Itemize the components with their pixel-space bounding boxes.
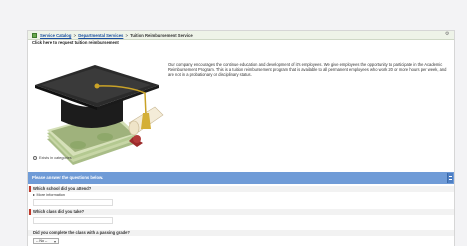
- breadcrumb: Service Catalog > Departmental Services …: [40, 32, 193, 39]
- question-label: Which school did you attend?: [28, 186, 454, 192]
- questions-header: Please answer the questions below.: [28, 172, 454, 184]
- select-value: -- No --: [36, 239, 48, 243]
- school-input[interactable]: [33, 199, 113, 206]
- class-input[interactable]: [33, 217, 113, 224]
- request-link[interactable]: Click here to request tuition reimbursem…: [32, 40, 119, 45]
- category-icon: [33, 156, 37, 160]
- breadcrumb-departmental-services[interactable]: Departmental Services: [78, 33, 123, 38]
- question-school: Which school did you attend? More inform…: [28, 186, 454, 206]
- item-description: Our company encourages the continue educ…: [168, 62, 447, 78]
- more-information-link[interactable]: More information: [28, 193, 454, 197]
- gear-icon[interactable]: ⚙: [445, 32, 450, 37]
- catalog-icon: [32, 32, 37, 38]
- catalog-item-frame: Service Catalog > Departmental Services …: [27, 30, 455, 246]
- question-class: Which class did you take?: [28, 209, 454, 224]
- categories-row: Exists in categories: [33, 156, 72, 160]
- passing-grade-select[interactable]: -- No --: [33, 238, 59, 244]
- scroll-control-icon[interactable]: [447, 173, 453, 183]
- expand-triangle-icon: [33, 194, 35, 196]
- question-label: Which class did you take?: [28, 209, 454, 215]
- chevron-down-icon: [54, 240, 56, 243]
- breadcrumb-current: Tuition Reimbursement Service: [130, 32, 193, 38]
- breadcrumb-separator: >: [125, 32, 128, 38]
- question-label: Did you complete the class with a passin…: [28, 230, 454, 236]
- breadcrumb-separator: >: [73, 32, 77, 38]
- categories-label[interactable]: Exists in categories: [39, 156, 72, 160]
- breadcrumb-bar: Service Catalog > Departmental Services …: [28, 31, 454, 40]
- breadcrumb-service-catalog[interactable]: Service Catalog: [40, 33, 71, 38]
- question-passing-grade: Did you complete the class with a passin…: [28, 230, 454, 244]
- questions-header-label: Please answer the questions below.: [32, 175, 104, 180]
- more-information-label: More information: [36, 193, 66, 197]
